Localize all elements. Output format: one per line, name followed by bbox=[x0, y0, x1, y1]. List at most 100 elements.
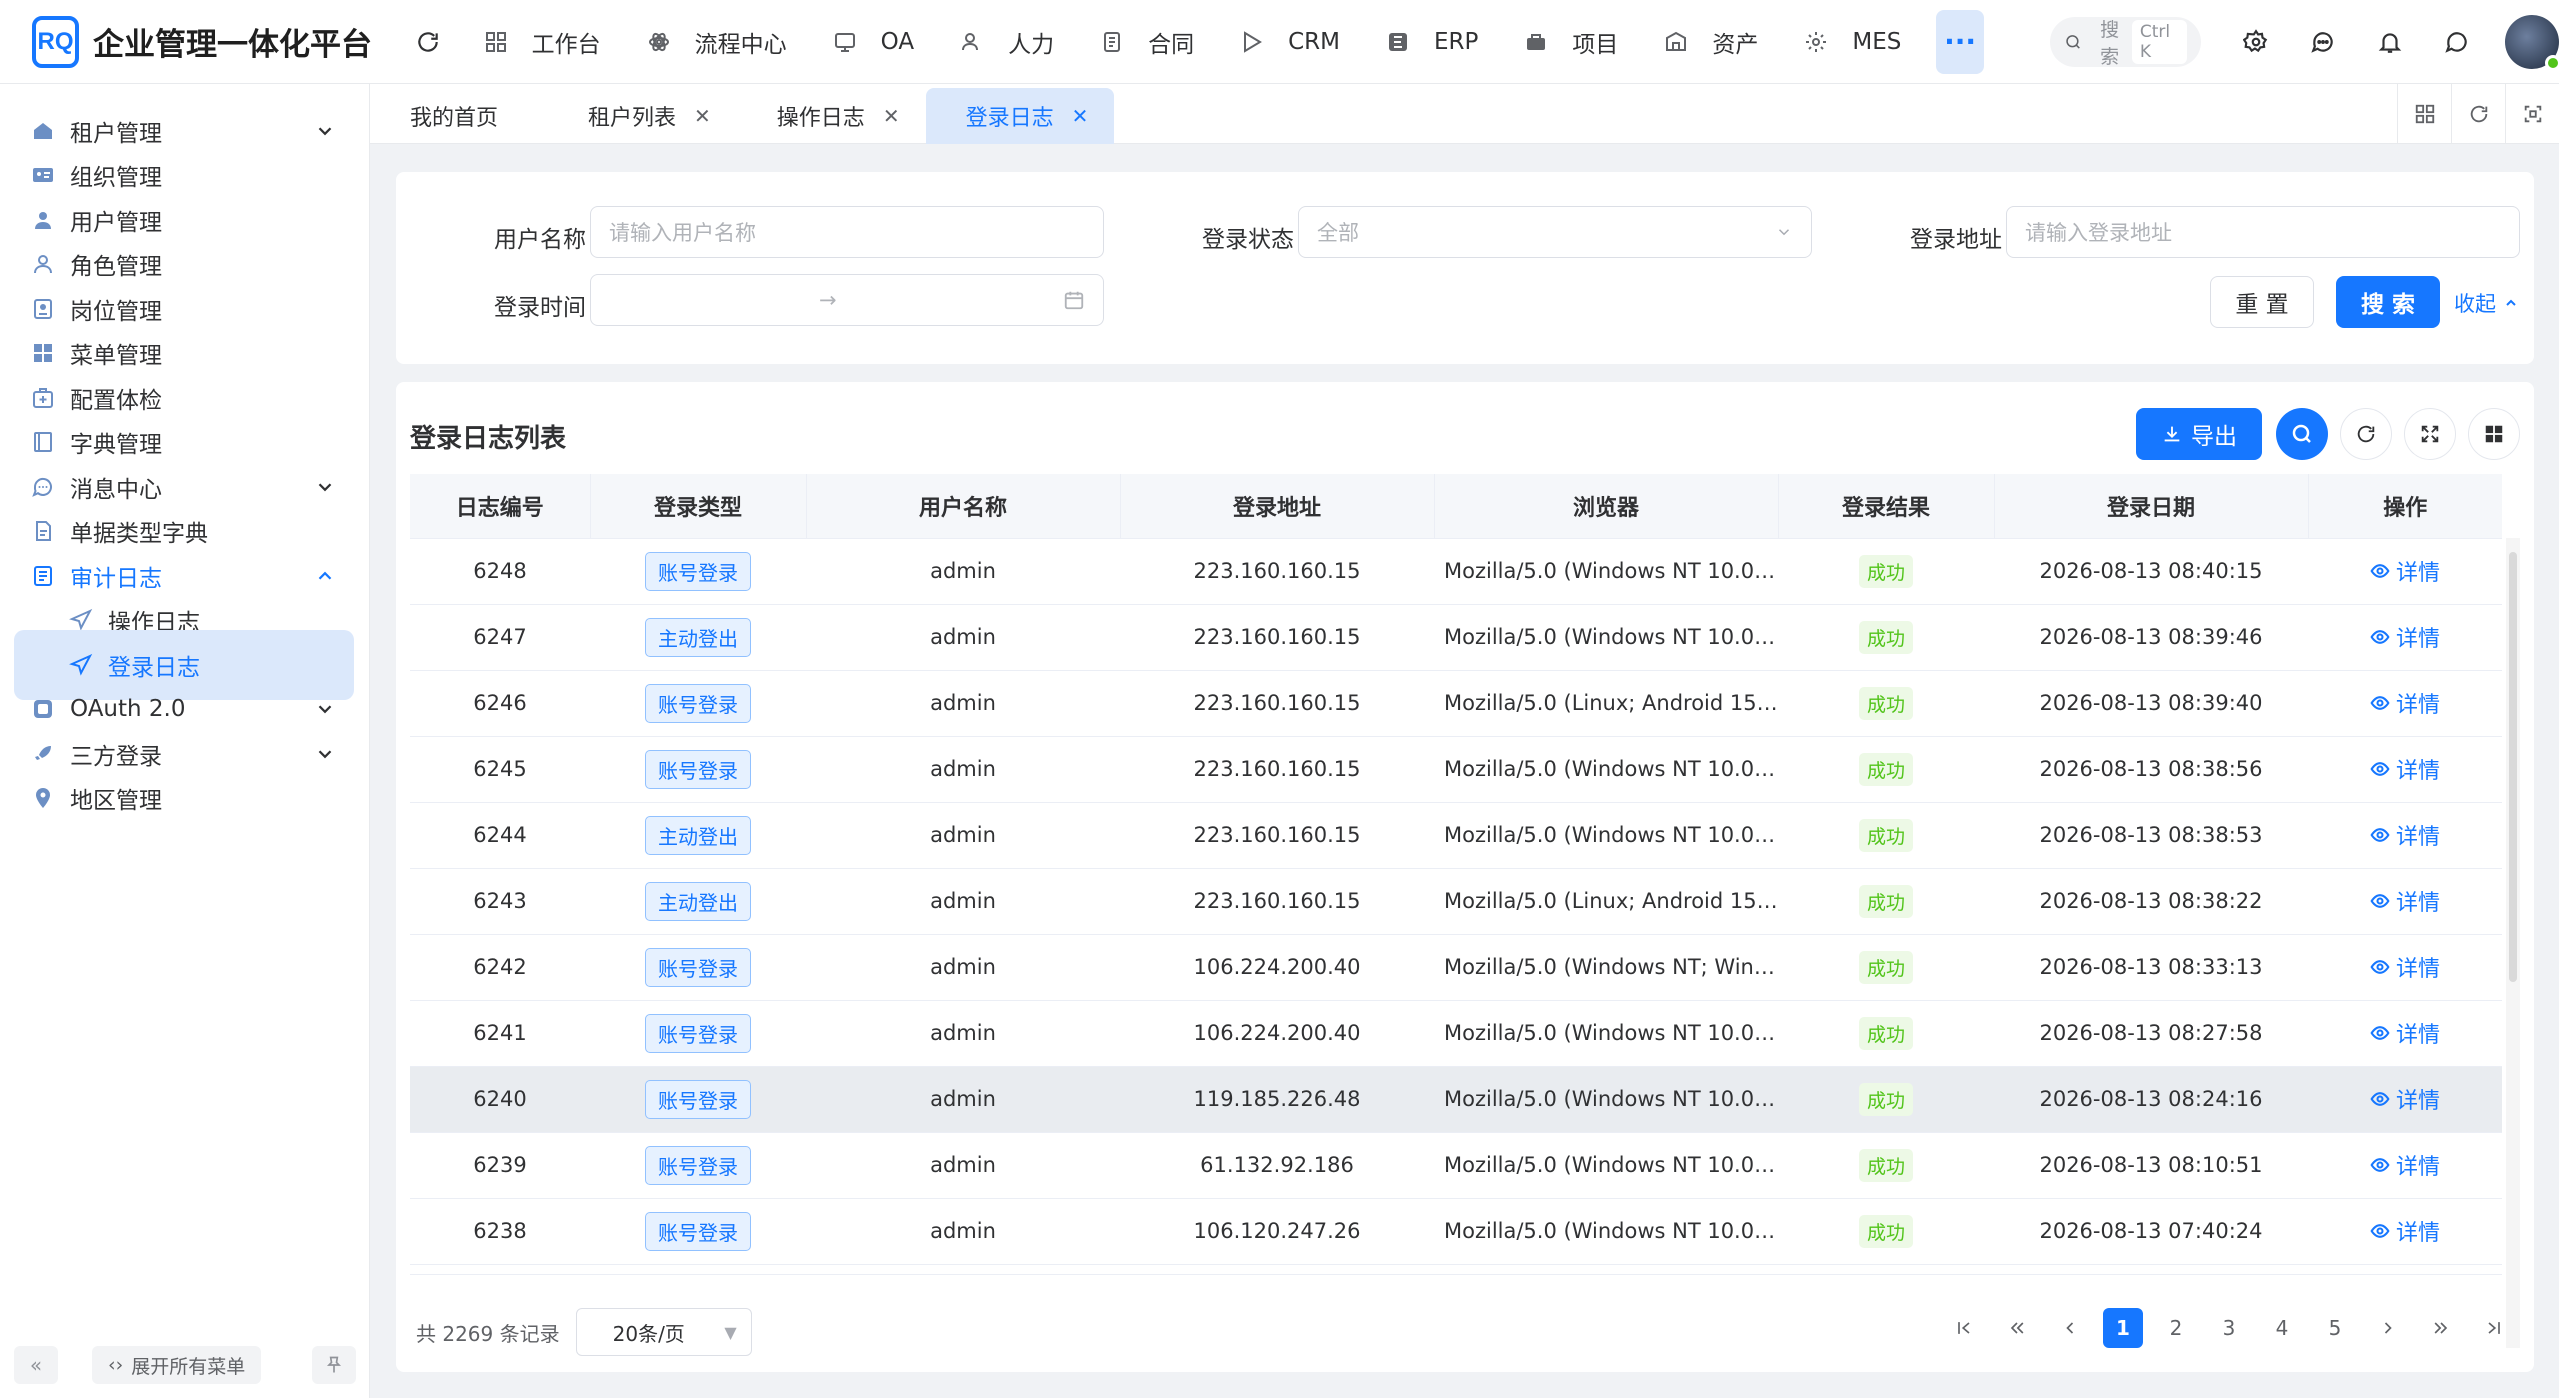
table-row[interactable]: 6245 账号登录 admin 223.160.160.15 Mozilla/5.0 (… bbox=[410, 736, 2502, 802]
chat-icon[interactable] bbox=[2300, 19, 2346, 65]
global-search[interactable]: 搜索 Ctrl K bbox=[2049, 16, 2201, 68]
table-row[interactable]: 6243 主动登出 admin 223.160.160.15 Mozilla/5.0 (… bbox=[410, 868, 2502, 934]
topnav-item-0[interactable]: 工作台 bbox=[461, 12, 624, 72]
tab-3[interactable]: 登录日志 ✕ bbox=[925, 87, 1115, 144]
reset-button[interactable]: 重 置 bbox=[2210, 276, 2314, 328]
page-size-value: 20条/页 bbox=[612, 1321, 685, 1346]
detail-link[interactable]: 详情 bbox=[2370, 555, 2440, 587]
collapse-sidebar-button[interactable]: « bbox=[14, 1346, 58, 1384]
topnav-item-2[interactable]: OA bbox=[810, 12, 937, 72]
detail-link[interactable]: 详情 bbox=[2370, 1149, 2440, 1181]
page-button-3[interactable]: 3 bbox=[2209, 1308, 2249, 1348]
topnav-item-7[interactable]: 项目 bbox=[1501, 12, 1641, 72]
eye-icon bbox=[2370, 762, 2390, 776]
table-row[interactable]: 6244 主动登出 admin 223.160.160.15 Mozilla/5.0 (… bbox=[410, 802, 2502, 868]
tab-layout-icon[interactable] bbox=[2397, 83, 2451, 144]
reload-table-button[interactable] bbox=[2340, 408, 2392, 460]
ip-cell: 106.224.200.40 bbox=[1193, 1021, 1361, 1045]
expand-all-menus-button[interactable]: ‹› 展开所有菜单 bbox=[92, 1346, 262, 1384]
table-row[interactable]: 6239 账号登录 admin 61.132.92.186 Mozilla/5.0 (W… bbox=[410, 1132, 2502, 1198]
close-icon[interactable]: ✕ bbox=[1072, 104, 1089, 128]
time-range-picker[interactable]: → bbox=[590, 274, 1104, 326]
search-icon bbox=[2292, 424, 2311, 443]
toggle-search-button[interactable] bbox=[2276, 408, 2328, 460]
location-icon bbox=[28, 783, 58, 813]
table-panel: 登录日志列表 导出 日志编号 登录类型 用户名称 登录地址 浏览器 登录结果 登录日期 操作 … bbox=[396, 382, 2534, 1372]
log-id: 6245 bbox=[473, 757, 527, 781]
page-button-5[interactable]: 5 bbox=[2315, 1308, 2355, 1348]
username-input[interactable]: 请输入用户名称 bbox=[590, 206, 1104, 258]
export-button[interactable]: 导出 bbox=[2136, 408, 2262, 460]
detail-link[interactable]: 详情 bbox=[2370, 687, 2440, 719]
detail-link[interactable]: 详情 bbox=[2370, 621, 2440, 653]
bell-icon[interactable] bbox=[2367, 19, 2413, 65]
close-icon[interactable]: ✕ bbox=[883, 104, 900, 128]
range-arrow: → bbox=[819, 288, 837, 312]
pin-icon[interactable] bbox=[312, 1346, 356, 1384]
fullscreen-icon[interactable] bbox=[2505, 83, 2559, 144]
topnav-label: 资产 bbox=[1712, 31, 1759, 58]
fullscreen-table-button[interactable] bbox=[2404, 408, 2456, 460]
topnav-item-8[interactable]: 资产 bbox=[1641, 12, 1781, 72]
tab-refresh-icon[interactable] bbox=[2451, 83, 2505, 144]
detail-link[interactable]: 详情 bbox=[2370, 885, 2440, 917]
message-icon[interactable] bbox=[2434, 19, 2480, 65]
table-row[interactable]: 6247 主动登出 admin 223.160.160.15 Mozilla/5.0 (… bbox=[410, 604, 2502, 670]
topnav-item-4[interactable]: 合同 bbox=[1077, 12, 1217, 72]
download-icon bbox=[2164, 426, 2180, 442]
last-page-icon[interactable] bbox=[2474, 1308, 2514, 1348]
sidebar-item-15[interactable]: 地区管理 bbox=[14, 763, 354, 833]
detail-link[interactable]: 详情 bbox=[2370, 819, 2440, 851]
prev-group-icon[interactable] bbox=[1997, 1308, 2037, 1348]
next-page-icon[interactable] bbox=[2368, 1308, 2408, 1348]
eye-icon bbox=[2370, 1158, 2390, 1172]
page-size-select[interactable]: 20条/页 ▼ bbox=[575, 1308, 752, 1356]
table-row[interactable]: 6248 账号登录 admin 223.160.160.15 Mozilla/5.0 (… bbox=[410, 538, 2502, 604]
avatar[interactable] bbox=[2505, 14, 2559, 71]
detail-link[interactable]: 详情 bbox=[2370, 1215, 2440, 1247]
first-page-icon[interactable] bbox=[1944, 1308, 1984, 1348]
topnav-label: MES bbox=[1852, 28, 1902, 55]
prev-page-icon[interactable] bbox=[2050, 1308, 2090, 1348]
asset-icon bbox=[1664, 30, 1700, 54]
date-cell: 2026-08-13 08:39:46 bbox=[2039, 625, 2263, 649]
tab-0[interactable]: 我的首页 bbox=[370, 88, 548, 144]
address-input[interactable]: 请输入登录地址 bbox=[2006, 206, 2520, 258]
collapse-filter-link[interactable]: 收起 bbox=[2454, 288, 2519, 318]
tab-1[interactable]: 租户列表 ✕ bbox=[548, 88, 737, 144]
vertical-scrollbar[interactable] bbox=[2506, 538, 2520, 1348]
page-button-4[interactable]: 4 bbox=[2262, 1308, 2302, 1348]
settings-icon[interactable] bbox=[2233, 19, 2279, 65]
close-icon[interactable]: ✕ bbox=[694, 104, 711, 128]
page-button-2[interactable]: 2 bbox=[2156, 1308, 2196, 1348]
table-row[interactable]: 6242 账号登录 admin 106.224.200.40 Mozilla/5.0 (… bbox=[410, 934, 2502, 1000]
topnav-item-5[interactable]: CRM bbox=[1217, 12, 1363, 72]
refresh-icon[interactable] bbox=[414, 22, 443, 62]
tab-2[interactable]: 操作日志 ✕ bbox=[737, 88, 926, 144]
column-settings-button[interactable] bbox=[2468, 408, 2520, 460]
table-row[interactable]: 6241 账号登录 admin 106.224.200.40 Mozilla/5.0 (… bbox=[410, 1000, 2502, 1066]
logo[interactable]: RQ 企业管理一体化平台 bbox=[32, 15, 372, 68]
table-row[interactable]: 6246 账号登录 admin 223.160.160.15 Mozilla/5.0 (… bbox=[410, 670, 2502, 736]
chevron-down-icon bbox=[1778, 229, 1790, 236]
page-button-1[interactable]: 1 bbox=[2103, 1308, 2143, 1348]
detail-link[interactable]: 详情 bbox=[2370, 951, 2440, 983]
topnav-item-1[interactable]: 流程中心 bbox=[624, 12, 810, 72]
topnav-item-3[interactable]: 人力 bbox=[937, 12, 1077, 72]
search-button[interactable]: 搜 索 bbox=[2336, 276, 2440, 328]
next-group-icon[interactable] bbox=[2421, 1308, 2461, 1348]
scrollbar-thumb[interactable] bbox=[2509, 552, 2517, 982]
detail-link[interactable]: 详情 bbox=[2370, 753, 2440, 785]
top-nav: 工作台 流程中心 OA 人力 合同 CRM ERP 项目 资产 MES bbox=[461, 0, 1925, 84]
table-row[interactable]: 6238 账号登录 admin 106.120.247.26 Mozilla/5.0 (… bbox=[410, 1198, 2502, 1264]
top-bar: RQ 企业管理一体化平台 工作台 流程中心 OA 人力 合同 CRM ERP 项目 资产 MES … bbox=[0, 0, 2559, 84]
detail-link[interactable]: 详情 bbox=[2370, 1083, 2440, 1115]
status-select[interactable]: 全部 bbox=[1298, 206, 1812, 258]
detail-link[interactable]: 详情 bbox=[2370, 1017, 2440, 1049]
more-nav-button[interactable]: ··· bbox=[1936, 9, 1984, 74]
topnav-item-9[interactable]: MES bbox=[1781, 12, 1924, 72]
detail-label: 详情 bbox=[2395, 759, 2440, 784]
table-row[interactable]: 6240 账号登录 admin 119.185.226.48 Mozilla/5.0 (… bbox=[410, 1066, 2502, 1132]
app-title: 企业管理一体化平台 bbox=[93, 27, 372, 63]
topnav-item-6[interactable]: ERP bbox=[1363, 12, 1501, 72]
